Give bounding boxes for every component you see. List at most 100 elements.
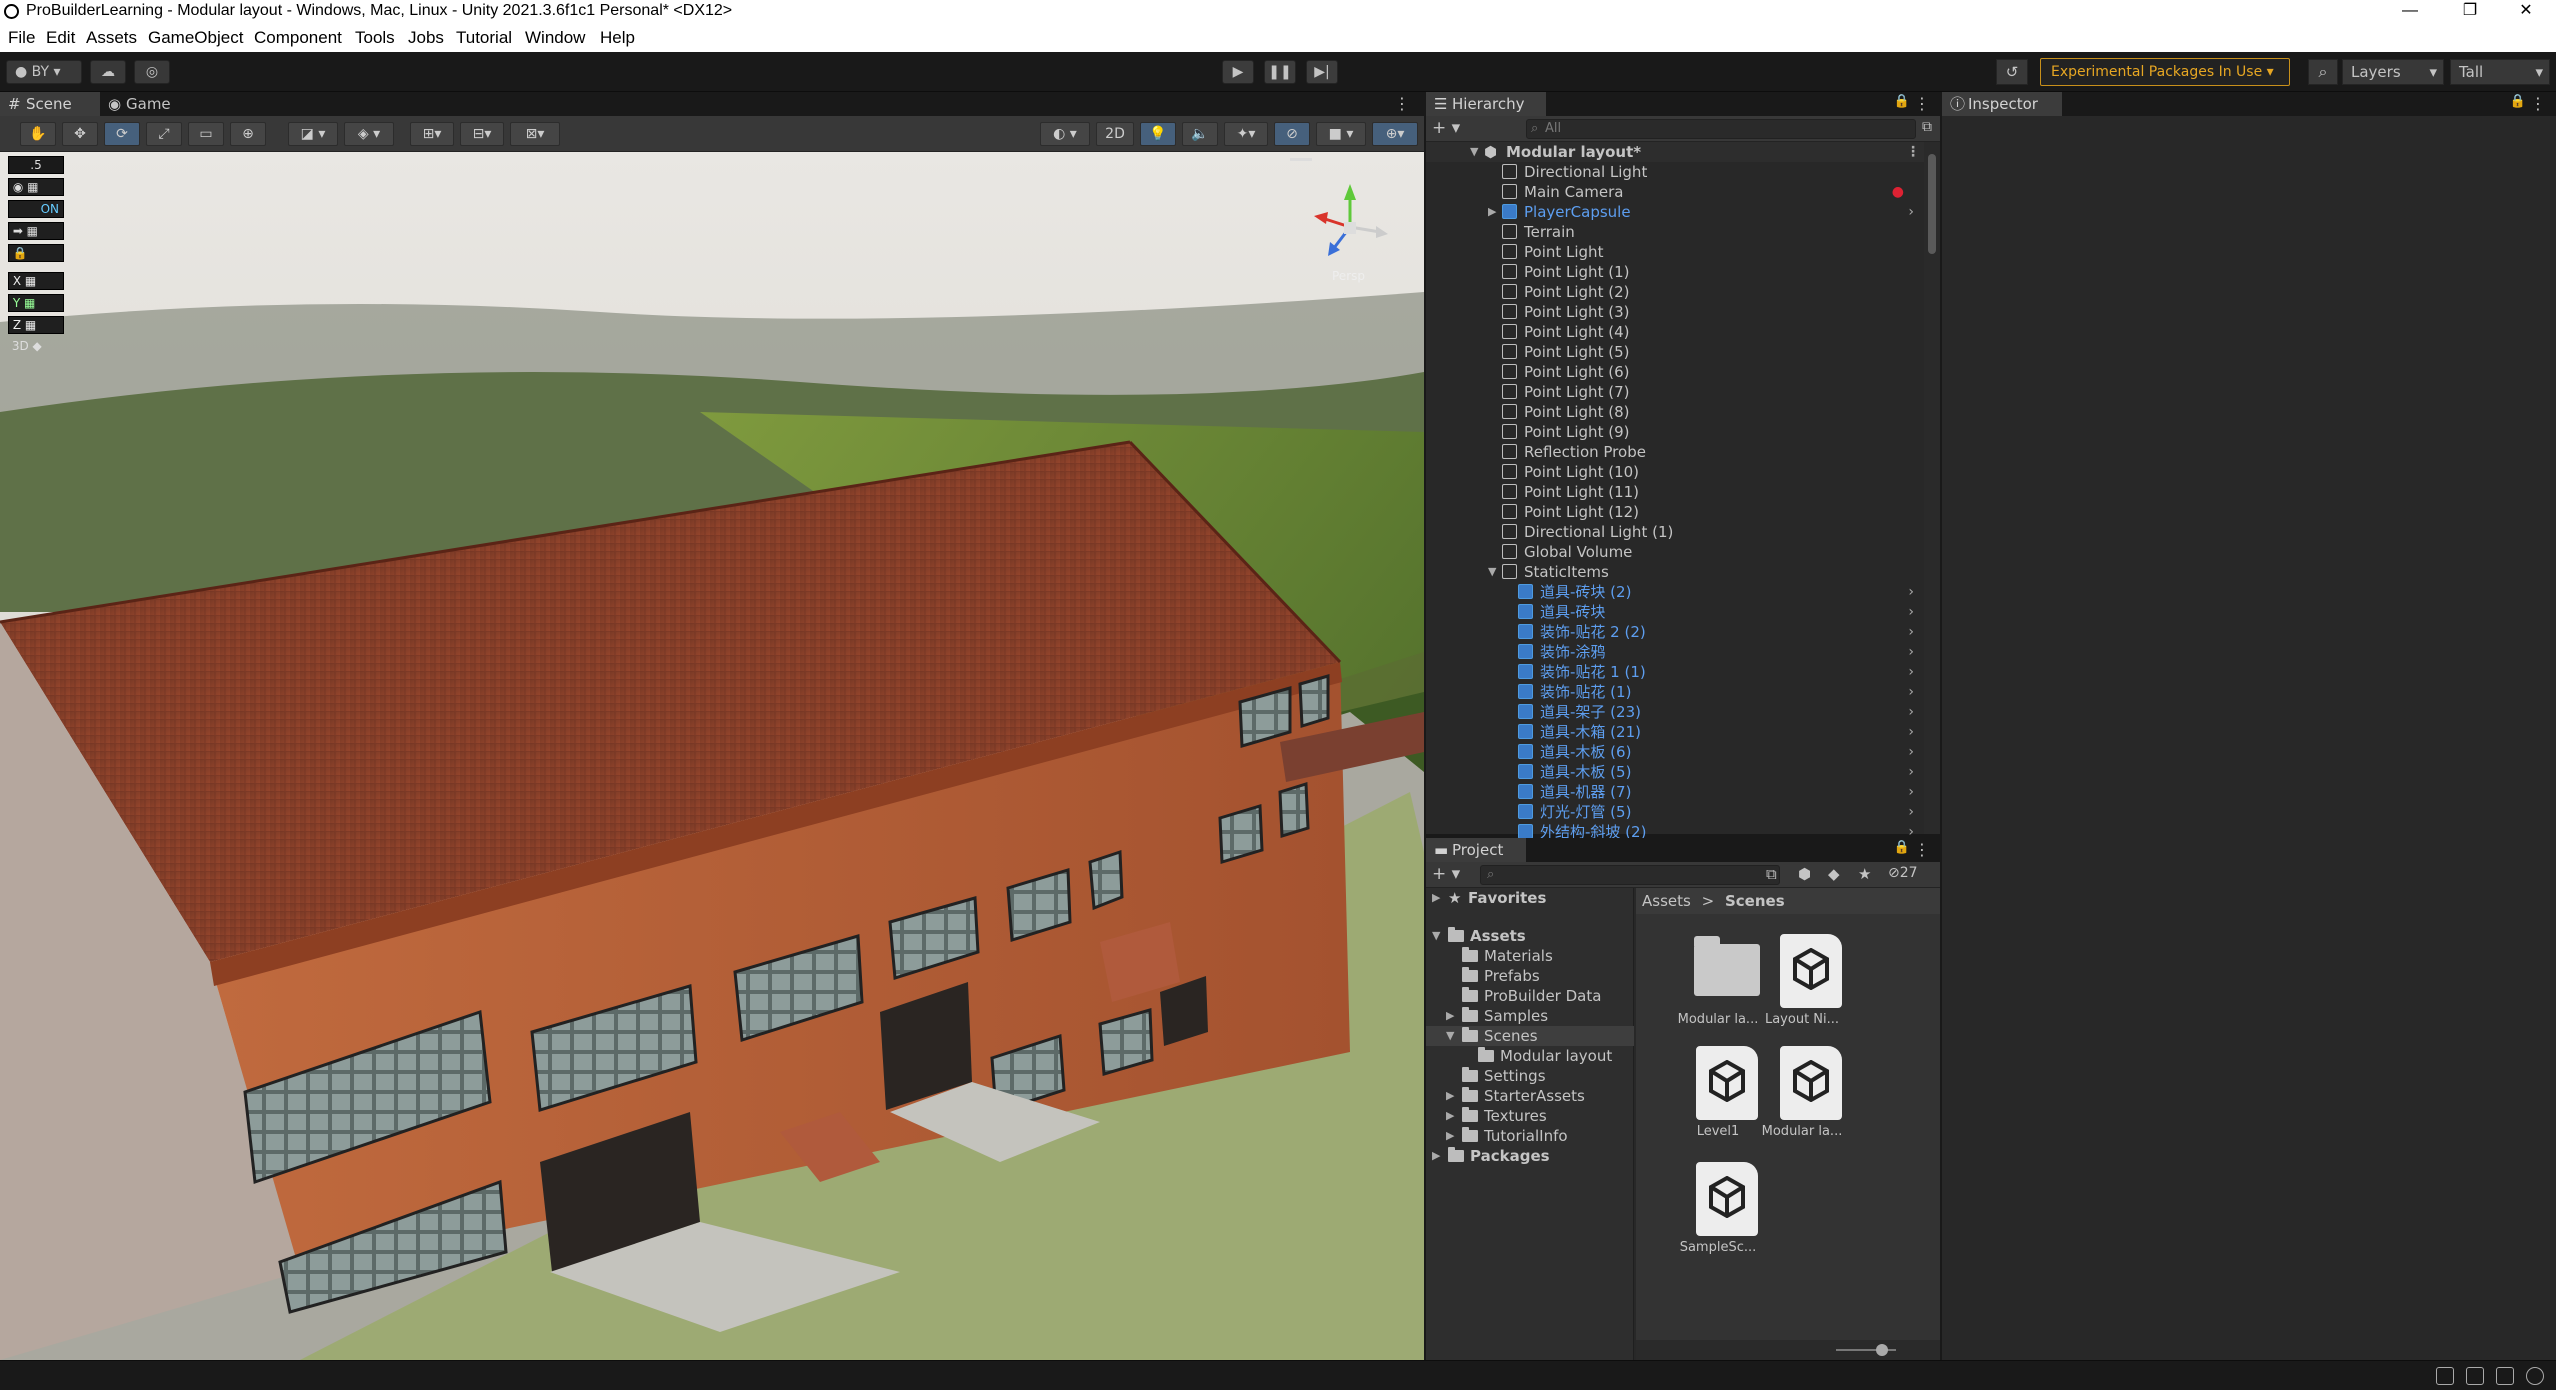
hierarchy-item[interactable]: 装饰-贴花 (1) ›: [1426, 682, 1924, 702]
chevron-right-icon[interactable]: ▶: [1446, 1006, 1454, 1026]
asset-scene[interactable]: SampleSc...: [1658, 1156, 1778, 1266]
grid-snap-icon[interactable]: ⊞▾: [410, 122, 454, 146]
hierarchy-item[interactable]: Point Light (12): [1426, 502, 1924, 522]
lighting-toggle-icon[interactable]: 💡: [1140, 122, 1176, 146]
hierarchy-root-scene[interactable]: ▼ ⬢ Modular layout* ⋮: [1426, 142, 1924, 162]
hierarchy-item[interactable]: 道具-机器 (7) ›: [1426, 782, 1924, 802]
tab-project[interactable]: ▬ Project: [1426, 838, 1526, 862]
hidden-packages-toggle[interactable]: ⊘27: [1888, 865, 1918, 881]
chevron-right-icon[interactable]: ▶: [1446, 1086, 1454, 1106]
project-tree-item[interactable]: ▼ Assets: [1426, 926, 1634, 946]
menu-window[interactable]: Window: [525, 28, 585, 48]
breadcrumb-root[interactable]: Assets: [1642, 892, 1691, 910]
asset-scene[interactable]: Layout Ni...: [1742, 928, 1862, 1038]
hierarchy-item[interactable]: Point Light (7): [1426, 382, 1924, 402]
tab-inspector[interactable]: ⓘ Inspector: [1942, 92, 2062, 116]
menu-jobs[interactable]: Jobs: [408, 28, 444, 48]
menu-gameobject[interactable]: GameObject: [148, 28, 243, 48]
more-options-icon[interactable]: ⋮: [1914, 840, 1930, 859]
hierarchy-item[interactable]: 道具-砖块 ›: [1426, 602, 1924, 622]
layout-dropdown[interactable]: Tall ▾: [2450, 59, 2550, 85]
hierarchy-item[interactable]: Main Camera ●: [1426, 182, 1924, 202]
hierarchy-item[interactable]: 道具-木板 (5) ›: [1426, 762, 1924, 782]
chevron-right-icon[interactable]: ›: [1908, 662, 1914, 682]
chevron-right-icon[interactable]: ›: [1908, 722, 1914, 742]
chevron-right-icon[interactable]: ›: [1908, 582, 1914, 602]
experimental-packages-dropdown[interactable]: Experimental Packages In Use ▾: [2040, 58, 2290, 86]
rotate-tool-icon[interactable]: ⟳: [104, 122, 140, 146]
menu-help[interactable]: Help: [600, 28, 635, 48]
play-button[interactable]: ▶: [1222, 60, 1254, 84]
menu-tools[interactable]: Tools: [355, 28, 395, 48]
scrollbar-thumb[interactable]: [1928, 154, 1936, 254]
menu-assets[interactable]: Assets: [86, 28, 137, 48]
pause-button[interactable]: ❚❚: [1264, 60, 1296, 84]
drag-handle-icon[interactable]: [1290, 158, 1312, 161]
component-tool-dropdown[interactable]: ◈ ▾: [344, 122, 394, 146]
three-d-toggle[interactable]: 3D ◆: [8, 338, 64, 356]
hierarchy-item[interactable]: Point Light (4): [1426, 322, 1924, 342]
size-slider-thumb[interactable]: [1876, 1344, 1888, 1356]
chevron-right-icon[interactable]: ›: [1908, 702, 1914, 722]
hierarchy-item[interactable]: Point Light: [1426, 242, 1924, 262]
camera-dropdown[interactable]: ■ ▾: [1316, 122, 1366, 146]
project-tree-item[interactable]: ▶ Samples: [1426, 1006, 1634, 1026]
hidden-objects-icon[interactable]: ⊘: [1274, 122, 1310, 146]
effects-dropdown[interactable]: ✦▾: [1224, 122, 1268, 146]
progress-icon[interactable]: [2466, 1367, 2484, 1385]
project-tree-item[interactable]: ▶ TutorialInfo: [1426, 1126, 1634, 1146]
breadcrumb-current[interactable]: Scenes: [1725, 892, 1785, 910]
toggle-on[interactable]: ON: [8, 200, 64, 218]
more-options-icon[interactable]: ⋮: [2530, 94, 2546, 113]
chevron-right-icon[interactable]: ›: [1908, 802, 1914, 822]
chevron-right-icon[interactable]: ›: [1908, 602, 1914, 622]
project-tree-item[interactable]: Modular layout: [1426, 1046, 1634, 1066]
menu-edit[interactable]: Edit: [46, 28, 75, 48]
chevron-right-icon[interactable]: ›: [1908, 622, 1914, 642]
project-tree-item[interactable]: ▶ StarterAssets: [1426, 1086, 1634, 1106]
search-by-type-icon[interactable]: ⧉: [1766, 865, 1777, 883]
asset-scene[interactable]: Modular la...: [1742, 1040, 1862, 1150]
close-button[interactable]: ✕: [2496, 0, 2556, 24]
more-options-icon[interactable]: ⋮: [1914, 94, 1930, 113]
cloud-icon[interactable]: ☁: [90, 60, 126, 84]
project-tree-item[interactable]: ▶ Packages: [1426, 1146, 1634, 1166]
hierarchy-item[interactable]: 道具-木箱 (21) ›: [1426, 722, 1924, 742]
collab-icon[interactable]: ◎: [134, 60, 170, 84]
transform-tool-icon[interactable]: ⊕: [230, 122, 266, 146]
custom-tool-dropdown[interactable]: ◪ ▾: [288, 122, 338, 146]
layers-dropdown[interactable]: Layers ▾: [2342, 59, 2444, 85]
hierarchy-item[interactable]: Reflection Probe: [1426, 442, 1924, 462]
chevron-down-icon[interactable]: ▼: [1432, 926, 1440, 946]
hierarchy-item[interactable]: Point Light (5): [1426, 342, 1924, 362]
lighting-icon[interactable]: [2496, 1367, 2514, 1385]
hierarchy-item[interactable]: Terrain: [1426, 222, 1924, 242]
chevron-right-icon[interactable]: ›: [1908, 742, 1914, 762]
hierarchy-item[interactable]: Directional Light: [1426, 162, 1924, 182]
chevron-right-icon[interactable]: ›: [1908, 762, 1914, 782]
axis-z[interactable]: Z ▦: [8, 316, 64, 334]
project-tree-item[interactable]: ▶ Textures: [1426, 1106, 1634, 1126]
visibility-toggle-icon[interactable]: ◉ ▦: [8, 178, 64, 196]
move-arrow-icon[interactable]: ➡ ▦: [8, 222, 64, 240]
hierarchy-item[interactable]: 装饰-涂鸦 ›: [1426, 642, 1924, 662]
search-icon[interactable]: ⌕: [2308, 59, 2338, 85]
history-icon[interactable]: ↺: [1996, 59, 2028, 85]
chevron-right-icon[interactable]: ›: [1908, 782, 1914, 802]
chevron-right-icon[interactable]: ▶: [1432, 1146, 1440, 1166]
debug-icon[interactable]: [2436, 1367, 2454, 1385]
minimize-button[interactable]: —: [2380, 0, 2440, 24]
axis-y[interactable]: Y ▦: [8, 294, 64, 312]
hierarchy-item[interactable]: Point Light (10): [1426, 462, 1924, 482]
menu-component[interactable]: Component: [254, 28, 342, 48]
search-by-label-icon[interactable]: ⬢: [1798, 865, 1811, 883]
hierarchy-search-input[interactable]: ⌕ All: [1526, 119, 1916, 139]
project-tree-item[interactable]: Materials: [1426, 946, 1634, 966]
add-icon[interactable]: + ▾: [1432, 118, 1460, 138]
rect-tool-icon[interactable]: ▭: [188, 122, 224, 146]
hierarchy-item[interactable]: Point Light (1): [1426, 262, 1924, 282]
hierarchy-item[interactable]: 道具-架子 (23) ›: [1426, 702, 1924, 722]
hierarchy-item[interactable]: 道具-木板 (6) ›: [1426, 742, 1924, 762]
chevron-right-icon[interactable]: ›: [1908, 202, 1914, 222]
menu-tutorial[interactable]: Tutorial: [456, 28, 512, 48]
